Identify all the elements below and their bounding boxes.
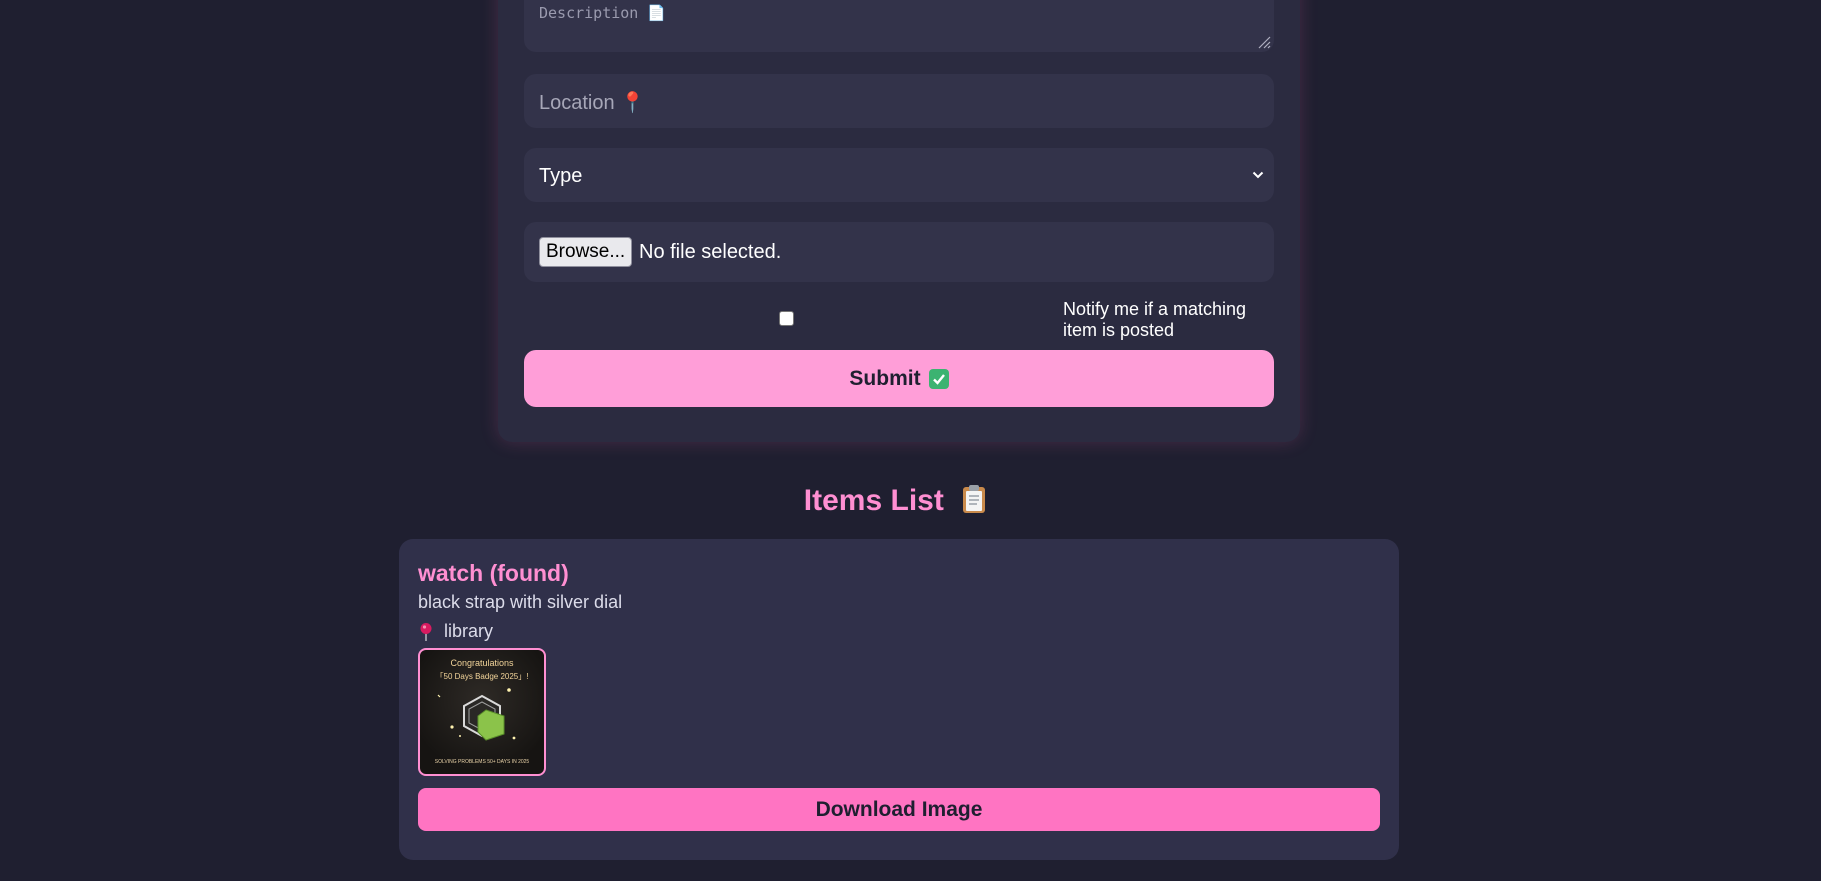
items-list-title-text: Items List [803, 484, 944, 517]
file-status-text: No file selected. [639, 241, 782, 263]
item-location: library [418, 621, 493, 642]
clipboard-icon [963, 485, 986, 513]
submit-button-label: Submit [849, 366, 921, 390]
description-textarea[interactable]: Description 📄 [524, 0, 1274, 52]
item-title: watch (found) [418, 560, 569, 586]
items-list-title: Items List [0, 484, 1790, 518]
badge-hexagon-icon [437, 688, 516, 741]
image-file-input[interactable]: Browse... No file selected. [524, 222, 1274, 282]
notify-label: Notify me if a matching item is posted [1063, 299, 1247, 340]
chevron-down-icon [1252, 171, 1264, 179]
item-image[interactable]: Congratulations 「50 Days Badge 2025」! SO… [418, 648, 546, 776]
badge-footer-text: SOLVING PROBLEMS 50+ DAYS IN 2025 [434, 759, 530, 765]
submit-button[interactable]: Submit [524, 350, 1274, 407]
type-select[interactable]: Type [524, 148, 1274, 202]
type-select-value: Type [539, 165, 583, 187]
item-location-text: library [444, 621, 494, 641]
notify-checkbox[interactable] [779, 311, 794, 326]
page: Description 📄 Location 📍 Type Browse... … [0, 0, 1821, 881]
pin-icon [420, 622, 432, 641]
resize-grip-icon[interactable] [1257, 35, 1271, 49]
location-input[interactable]: Location 📍 [524, 74, 1274, 128]
location-placeholder: Location 📍 [539, 92, 646, 114]
download-image-button[interactable]: Download Image [418, 788, 1380, 831]
browse-button[interactable]: Browse... [539, 237, 633, 267]
item-description: black strap with silver dial [418, 592, 623, 612]
description-placeholder: Description 📄 [539, 4, 667, 22]
check-mark-icon [928, 368, 949, 389]
